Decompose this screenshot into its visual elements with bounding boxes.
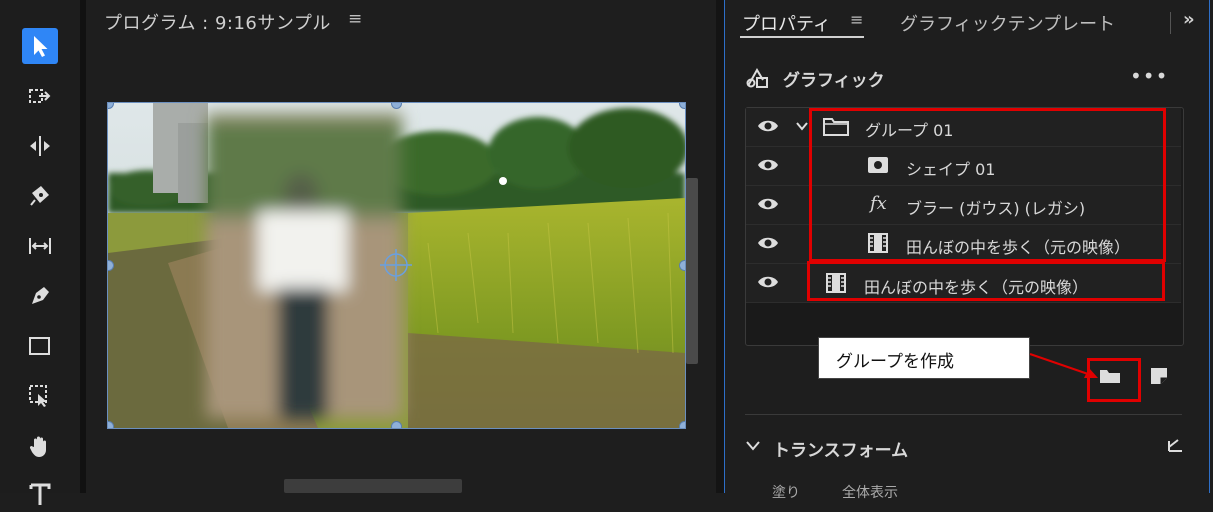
rectangle-icon [29,337,50,355]
horizontal-scrollbar[interactable] [284,479,462,493]
double-chevron-right-icon[interactable]: » [1183,9,1195,30]
track-select-tool[interactable] [22,78,58,114]
fill-row-partial: 塗り 全体表示 [772,485,898,501]
video-frame-image [108,103,685,428]
slip-tool[interactable] [22,228,58,264]
more-options-icon[interactable]: ••• [1130,64,1168,88]
arrow-pointer-icon [34,36,48,57]
eye-icon[interactable] [757,273,779,295]
type-icon [29,483,51,505]
chevron-down-icon[interactable] [745,437,761,457]
graphic-section-label: グラフィック [783,71,885,91]
active-tab-underline [740,36,864,38]
ripple-edit-icon [30,136,50,156]
video-preview[interactable] [107,102,686,429]
pen-tool[interactable] [22,278,58,314]
ripple-edit-tool[interactable] [22,128,58,164]
hand-icon [29,436,46,457]
annotation-callout-text: グループを作成 [836,352,954,372]
tab-graphic-templates[interactable]: グラフィックテンプレート [900,10,1115,36]
new-layer-button[interactable] [1149,366,1169,390]
pen-icon [32,287,49,304]
graphic-icon [745,66,771,94]
tab-separator [1170,12,1171,34]
transform-tool[interactable] [22,378,58,414]
annotation-highlight-button [1087,358,1141,402]
annotation-highlight-video [807,261,1165,301]
eye-icon[interactable] [757,156,779,178]
slip-icon [29,238,51,254]
vertical-scrollbar[interactable] [686,178,698,364]
hand-tool[interactable] [22,428,58,464]
program-monitor-title[interactable]: プログラム : 9:16サンプル [104,9,331,35]
track-select-icon [29,89,51,103]
razor-icon [30,186,49,206]
transform-icon [29,385,47,407]
panel-divider[interactable] [716,0,724,493]
transform-handle[interactable] [679,260,685,271]
transform-handle[interactable] [391,421,402,428]
transform-handle[interactable] [679,421,685,428]
reset-icon[interactable] [1166,437,1184,459]
eye-icon[interactable] [757,195,779,217]
hamburger-icon[interactable]: ≡ [348,9,362,29]
transform-section-label[interactable]: トランスフォーム [773,436,908,461]
chevron-down-icon[interactable] [795,118,809,137]
eye-icon[interactable] [757,234,779,256]
hamburger-icon[interactable]: ≡ [850,10,863,29]
razor-tool[interactable] [22,178,58,214]
type-tool[interactable] [22,476,58,512]
rectangle-tool[interactable] [22,328,58,364]
selection-tool[interactable] [22,28,58,64]
annotation-highlight-group [809,108,1166,262]
tab-properties[interactable]: プロパティ [742,10,831,36]
section-divider [745,414,1182,415]
eye-icon[interactable] [757,117,779,139]
